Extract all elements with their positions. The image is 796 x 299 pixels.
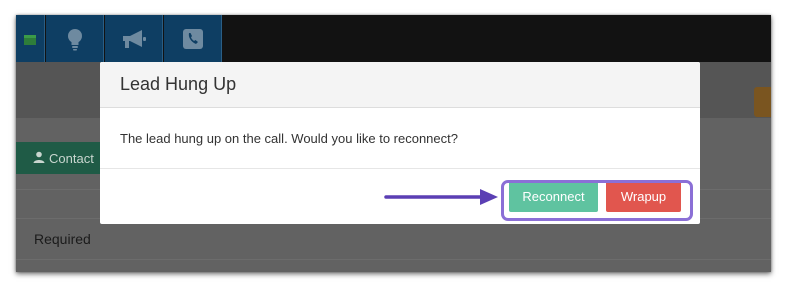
modal-message: The lead hung up on the call. Would you … <box>120 130 458 146</box>
toolbar-calendar-button[interactable] <box>16 15 45 62</box>
contact-tab-label: Contact <box>49 150 94 166</box>
toolbar-phone-button[interactable] <box>164 15 222 62</box>
orange-button-edge[interactable] <box>754 87 771 117</box>
toolbar-ideas-button[interactable] <box>46 15 104 62</box>
reconnect-button[interactable]: Reconnect <box>509 181 598 212</box>
modal-title: Lead Hung Up <box>120 74 237 94</box>
annotation-arrow-icon <box>384 189 498 205</box>
megaphone-icon <box>120 28 148 50</box>
phone-icon <box>182 28 204 50</box>
contact-tab[interactable]: Contact <box>16 142 106 174</box>
calendar-icon <box>22 31 38 47</box>
wrapup-button[interactable]: Wrapup <box>606 181 681 212</box>
top-toolbar <box>16 15 771 62</box>
row-divider <box>16 259 771 260</box>
modal-header: Lead Hung Up <box>100 62 700 108</box>
toolbar-announcements-button[interactable] <box>105 15 163 62</box>
lightbulb-icon <box>65 27 85 51</box>
modal-body: The lead hung up on the call. Would you … <box>100 108 700 169</box>
required-label: Required <box>34 231 91 247</box>
user-icon <box>33 151 45 166</box>
